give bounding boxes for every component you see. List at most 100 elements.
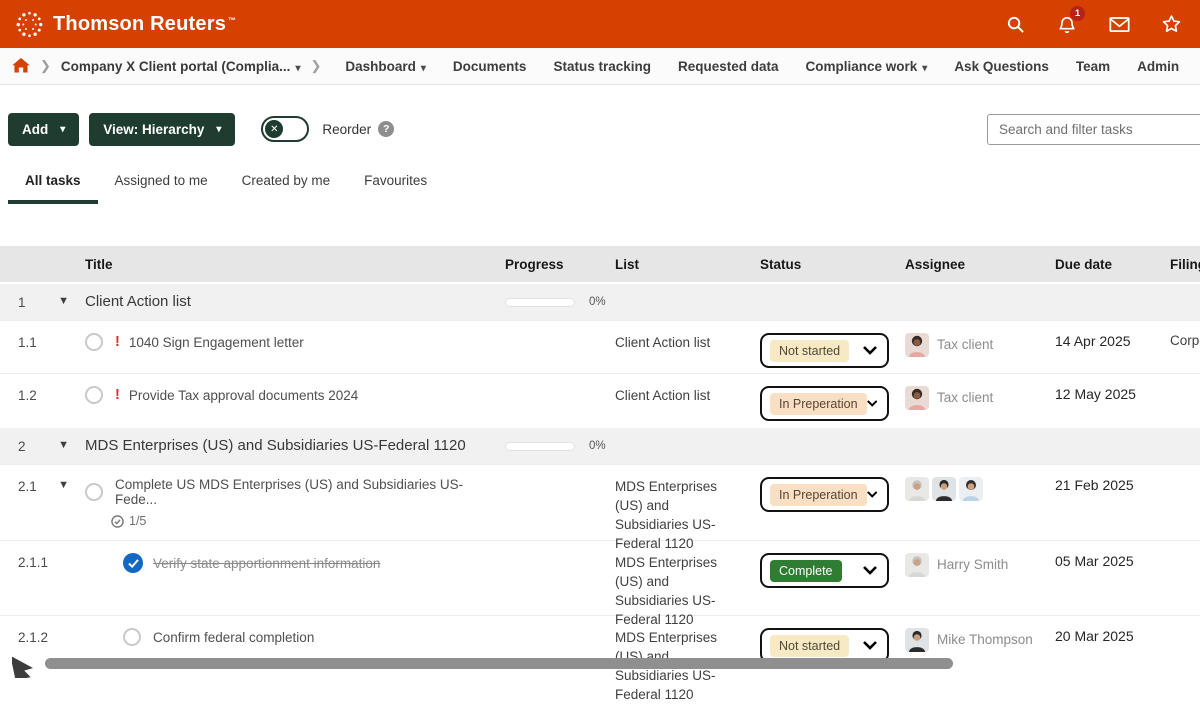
filing-cell bbox=[1162, 465, 1200, 540]
nav-item-admin[interactable]: Admin bbox=[1137, 59, 1179, 74]
breadcrumb-nav-bar: ❯ Company X Client portal (Complia...▾ ❯… bbox=[0, 48, 1200, 85]
list-cell: Client Action list bbox=[607, 321, 752, 373]
task-title[interactable]: 1040 Sign Engagement letter bbox=[129, 335, 304, 350]
col-status: Status bbox=[752, 257, 897, 272]
search-input[interactable] bbox=[987, 114, 1200, 145]
search-icon[interactable] bbox=[1004, 13, 1026, 35]
task-checkbox[interactable] bbox=[85, 386, 103, 404]
task-checkbox[interactable] bbox=[85, 333, 103, 351]
status-badge: Not started bbox=[770, 340, 849, 362]
reorder-help-icon[interactable]: ? bbox=[378, 121, 394, 137]
collapse-caret-icon[interactable]: ▼ bbox=[58, 439, 69, 451]
group-title[interactable]: Client Action list bbox=[85, 293, 191, 310]
tr-kinesis-icon bbox=[16, 11, 43, 38]
list-cell: MDS Enterprises (US) and Subsidiaries US… bbox=[607, 541, 752, 615]
avatar bbox=[905, 477, 929, 501]
task-title[interactable]: Provide Tax approval documents 2024 bbox=[129, 388, 358, 403]
nav-item-team[interactable]: Team bbox=[1076, 59, 1110, 74]
task-toolbar: Add▾ View: Hierarchy▾ ✕ Reorder ? bbox=[0, 112, 1200, 146]
col-assignee: Assignee bbox=[897, 257, 1047, 272]
col-due-date: Due date bbox=[1047, 257, 1162, 272]
due-date-cell: 12 May 2025 bbox=[1047, 374, 1162, 426]
table-row-group-1: 1▼ Client Action list 0% bbox=[0, 282, 1200, 320]
task-checkbox-checked[interactable] bbox=[123, 553, 143, 573]
breadcrumb-portal-dropdown[interactable]: Company X Client portal (Complia...▾ bbox=[61, 59, 301, 74]
nav-item-ask-questions[interactable]: Ask Questions bbox=[954, 59, 1049, 74]
task-checkbox[interactable] bbox=[123, 628, 141, 646]
app-header: Thomson Reuters ™ 1 bbox=[0, 0, 1200, 48]
assignee-cell bbox=[897, 465, 1047, 540]
horizontal-scrollbar[interactable] bbox=[45, 658, 953, 669]
due-date-cell: 05 Mar 2025 bbox=[1047, 541, 1162, 615]
due-date-cell: 14 Apr 2025 bbox=[1047, 321, 1162, 373]
nav-item-dashboard[interactable]: Dashboard▾ bbox=[345, 59, 426, 74]
table-row-1-2: 1.2 ! Provide Tax approval documents 202… bbox=[0, 373, 1200, 426]
list-cell: MDS Enterprises (US) and Subsidiaries US… bbox=[607, 465, 752, 540]
toggle-off-x-icon: ✕ bbox=[265, 120, 283, 138]
collapse-caret-icon[interactable]: ▼ bbox=[58, 479, 69, 491]
table-row-1-1: 1.1 ! 1040 Sign Engagement letter Client… bbox=[0, 320, 1200, 373]
tab-created-by-me[interactable]: Created by me bbox=[225, 163, 348, 204]
chevron-down-icon bbox=[863, 641, 877, 650]
nav-item-requested-data[interactable]: Requested data bbox=[678, 59, 779, 74]
chevron-down-icon bbox=[863, 346, 877, 355]
table-row-2-1-1: 2.1.1 Verify state apportionment informa… bbox=[0, 540, 1200, 615]
reorder-toggle[interactable]: ✕ bbox=[261, 116, 309, 142]
tab-assigned-to-me[interactable]: Assigned to me bbox=[98, 163, 225, 204]
thomson-reuters-logo[interactable]: Thomson Reuters ™ bbox=[16, 11, 236, 38]
assignee-name: Harry Smith bbox=[937, 553, 1008, 577]
notifications-bell-icon[interactable]: 1 bbox=[1056, 13, 1078, 35]
tasks-table: Title Progress List Status Assignee Due … bbox=[0, 246, 1200, 690]
breadcrumb-separator: ❯ bbox=[40, 58, 51, 74]
home-icon[interactable] bbox=[12, 58, 30, 74]
due-date-cell: 20 Mar 2025 bbox=[1047, 616, 1162, 690]
chevron-down-icon bbox=[867, 490, 877, 499]
task-title[interactable]: Confirm federal completion bbox=[153, 630, 314, 645]
status-dropdown[interactable]: Not started bbox=[760, 333, 889, 368]
progress-bar bbox=[505, 298, 575, 307]
list-cell: Client Action list bbox=[607, 374, 752, 426]
mail-icon[interactable] bbox=[1108, 13, 1130, 35]
brand-name: Thomson Reuters bbox=[53, 13, 226, 36]
chevron-down-icon bbox=[863, 566, 877, 575]
notification-count-badge: 1 bbox=[1070, 6, 1085, 21]
nav-item-documents[interactable]: Documents bbox=[453, 59, 527, 74]
col-title: Title bbox=[77, 257, 497, 272]
progress-cell: 0% bbox=[497, 296, 607, 308]
main-nav: Dashboard▾ Documents Status tracking Req… bbox=[345, 59, 1179, 74]
task-title[interactable]: Verify state apportionment information bbox=[153, 556, 380, 571]
col-list: List bbox=[607, 255, 752, 274]
group-title[interactable]: MDS Enterprises (US) and Subsidiaries US… bbox=[85, 437, 466, 454]
filing-cell: Corpo bbox=[1162, 321, 1200, 373]
subtask-progress: 1/5 bbox=[111, 514, 497, 528]
assignee-name: Mike Thompson bbox=[937, 628, 1033, 652]
status-dropdown[interactable]: In Preperation bbox=[760, 477, 889, 512]
filing-cell bbox=[1162, 616, 1200, 690]
status-badge: Complete bbox=[770, 560, 842, 582]
tab-favourites[interactable]: Favourites bbox=[347, 163, 444, 204]
table-row-2-1-2: 2.1.2 Confirm federal completion MDS Ent… bbox=[0, 615, 1200, 690]
chevron-down-icon bbox=[867, 399, 877, 408]
table-header-row: Title Progress List Status Assignee Due … bbox=[0, 246, 1200, 282]
avatar bbox=[932, 477, 956, 501]
status-dropdown[interactable]: Complete bbox=[760, 553, 889, 588]
avatar bbox=[959, 477, 983, 501]
avatar bbox=[905, 628, 929, 652]
assignee-name: Tax client bbox=[937, 386, 993, 410]
tab-all-tasks[interactable]: All tasks bbox=[8, 163, 98, 204]
nav-item-compliance-work[interactable]: Compliance work▾ bbox=[806, 59, 928, 74]
col-progress: Progress bbox=[497, 257, 607, 272]
progress-value: 0% bbox=[589, 440, 606, 452]
view-hierarchy-button[interactable]: View: Hierarchy▾ bbox=[89, 113, 235, 146]
status-dropdown[interactable]: In Preperation bbox=[760, 386, 889, 421]
add-button[interactable]: Add▾ bbox=[8, 113, 79, 146]
filing-cell bbox=[1162, 541, 1200, 615]
status-badge: Not started bbox=[770, 635, 849, 657]
favourites-star-icon[interactable] bbox=[1160, 13, 1182, 35]
assignee-name: Tax client bbox=[937, 333, 993, 357]
task-title[interactable]: Complete US MDS Enterprises (US) and Sub… bbox=[115, 477, 497, 507]
collapse-caret-icon[interactable]: ▼ bbox=[58, 295, 69, 307]
nav-item-status-tracking[interactable]: Status tracking bbox=[553, 59, 651, 74]
progress-cell: 0% bbox=[497, 440, 607, 452]
task-checkbox[interactable] bbox=[85, 483, 103, 501]
